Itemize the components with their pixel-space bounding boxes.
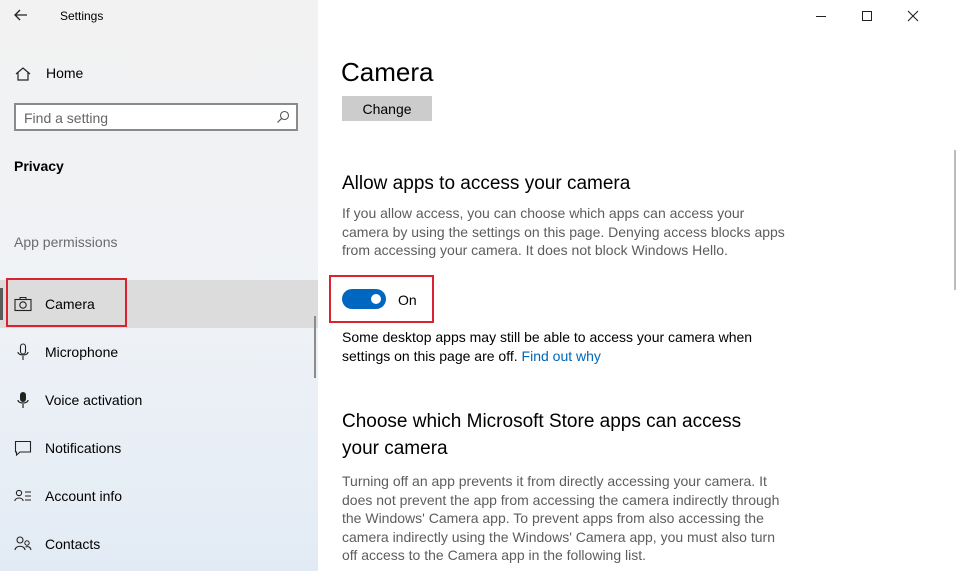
main-content: Camera Change Allow apps to access your … xyxy=(318,0,960,571)
section-title: Privacy xyxy=(14,158,64,174)
maximize-button[interactable] xyxy=(844,0,890,32)
camera-highlight-box xyxy=(6,278,127,327)
sidebar-item-contacts[interactable]: Contacts xyxy=(0,520,318,568)
home-label: Home xyxy=(46,65,84,81)
title-bar: Settings xyxy=(0,0,318,32)
sidebar-item-voice-activation[interactable]: Voice activation xyxy=(0,376,318,424)
toggle-highlight-box xyxy=(329,275,434,323)
allow-heading: Allow apps to access your camera xyxy=(342,173,631,194)
search-icon[interactable] xyxy=(276,110,290,124)
sidebar: Settings Home Privacy App permissions Ca… xyxy=(0,0,318,571)
group-label: App permissions xyxy=(14,234,118,250)
search-input[interactable] xyxy=(24,109,264,127)
sidebar-item-label: Account info xyxy=(45,488,123,504)
store-apps-description: Turning off an app prevents it from dire… xyxy=(342,473,780,563)
main-scrollbar[interactable] xyxy=(954,150,956,290)
sidebar-item-label: Voice activation xyxy=(45,392,143,408)
account-info-icon xyxy=(14,489,31,502)
close-icon xyxy=(907,10,919,22)
desktop-apps-note: Some desktop apps may still be able to a… xyxy=(342,328,762,365)
search-box[interactable] xyxy=(14,103,298,131)
allow-description: If you allow access, you can choose whic… xyxy=(342,205,785,258)
contacts-icon xyxy=(14,536,32,551)
sidebar-item-account-info[interactable]: Account info xyxy=(0,472,318,520)
store-apps-heading: Choose which Microsoft Store apps can ac… xyxy=(342,411,742,459)
microphone-icon xyxy=(17,343,29,360)
sidebar-item-label: Microphone xyxy=(45,344,119,360)
back-arrow-icon xyxy=(14,9,27,21)
voice-activation-icon xyxy=(17,392,29,408)
minimize-button[interactable] xyxy=(798,0,844,32)
sidebar-scrollbar[interactable] xyxy=(314,316,316,378)
app-title: Settings xyxy=(60,9,104,23)
close-button[interactable] xyxy=(890,0,936,32)
sidebar-item-label: Contacts xyxy=(45,536,101,552)
minimize-icon xyxy=(816,16,826,17)
find-out-why-link[interactable]: Find out why xyxy=(522,348,601,364)
notifications-icon xyxy=(14,440,32,457)
home-icon xyxy=(15,67,31,81)
sidebar-item-notifications[interactable]: Notifications xyxy=(0,424,318,472)
back-button[interactable] xyxy=(8,4,36,28)
maximize-icon xyxy=(862,11,872,21)
home-nav-item[interactable]: Home xyxy=(0,58,318,90)
sidebar-item-microphone[interactable]: Microphone xyxy=(0,328,318,376)
sidebar-item-label: Notifications xyxy=(45,440,122,456)
change-button[interactable]: Change xyxy=(342,96,432,121)
page-title: Camera xyxy=(341,57,434,87)
